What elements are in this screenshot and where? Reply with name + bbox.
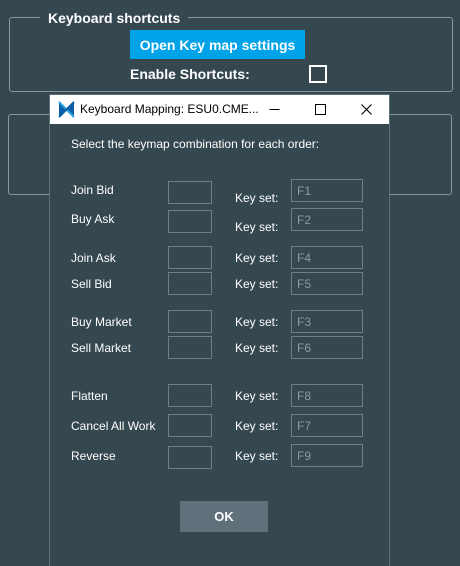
key-input-cancel-all-work[interactable] — [168, 414, 212, 437]
maximize-button[interactable] — [297, 95, 343, 124]
keyset-field-join-ask[interactable]: F4 — [291, 246, 363, 269]
key-input-buy-ask[interactable] — [168, 210, 212, 233]
row-label-buy-market: Buy Market — [71, 315, 132, 329]
enable-shortcuts-checkbox[interactable] — [309, 65, 327, 83]
row-label-sell-bid: Sell Bid — [71, 277, 112, 291]
minimize-button[interactable] — [251, 95, 297, 124]
key-input-sell-bid[interactable] — [168, 272, 212, 295]
key-input-sell-market[interactable] — [168, 336, 212, 359]
row-label-join-ask: Join Ask — [71, 251, 116, 265]
keyboard-mapping-dialog: Keyboard Mapping: ESU0.CME... Select the… — [50, 95, 389, 566]
keyset-label: Key set: — [235, 449, 279, 463]
keyset-field-flatten[interactable]: F8 — [291, 384, 363, 407]
row-label-sell-market: Sell Market — [71, 341, 132, 355]
dialog-title: Keyboard Mapping: ESU0.CME... — [80, 102, 259, 116]
keyset-label: Key set: — [235, 277, 279, 291]
keyset-label: Key set: — [235, 389, 279, 403]
key-input-reverse[interactable] — [168, 446, 212, 469]
keyset-label: Key set: — [235, 315, 279, 329]
key-input-flatten[interactable] — [168, 384, 212, 407]
dialog-instructions: Select the keymap combination for each o… — [71, 137, 320, 151]
keyset-field-sell-market[interactable]: F6 — [291, 336, 363, 359]
key-input-join-bid[interactable] — [168, 181, 212, 204]
row-label-buy-ask: Buy Ask — [71, 212, 115, 226]
row-label-cancel-all-work: Cancel All Work — [71, 419, 156, 433]
close-button[interactable] — [343, 95, 389, 124]
keyset-label: Key set: — [235, 191, 279, 205]
key-input-join-ask[interactable] — [168, 246, 212, 269]
keyset-field-buy-ask[interactable]: F2 — [291, 208, 363, 231]
keyset-label: Key set: — [235, 251, 279, 265]
ok-button[interactable]: OK — [180, 501, 268, 532]
keyset-label: Key set: — [235, 419, 279, 433]
row-label-reverse: Reverse — [71, 449, 116, 463]
key-input-buy-market[interactable] — [168, 310, 212, 333]
maximize-icon — [314, 104, 326, 115]
row-label-flatten: Flatten — [71, 389, 108, 403]
keyboard-shortcuts-title: Keyboard shortcuts — [40, 10, 189, 26]
keyset-label: Key set: — [235, 220, 279, 234]
dialog-titlebar[interactable]: Keyboard Mapping: ESU0.CME... — [50, 95, 389, 124]
keyset-label: Key set: — [235, 341, 279, 355]
minimize-icon — [269, 109, 279, 110]
keyset-field-sell-bid[interactable]: F5 — [291, 272, 363, 295]
enable-shortcuts-label: Enable Shortcuts: — [130, 66, 250, 82]
keyset-field-buy-market[interactable]: F3 — [291, 310, 363, 333]
row-label-join-bid: Join Bid — [71, 183, 114, 197]
app-logo-icon — [58, 101, 75, 118]
keyset-field-join-bid[interactable]: F1 — [291, 179, 363, 202]
keyset-field-cancel-all-work[interactable]: F7 — [291, 414, 363, 437]
open-keymap-settings-button[interactable]: Open Key map settings — [130, 30, 305, 59]
close-icon — [360, 104, 372, 115]
keyset-field-reverse[interactable]: F9 — [291, 444, 363, 467]
